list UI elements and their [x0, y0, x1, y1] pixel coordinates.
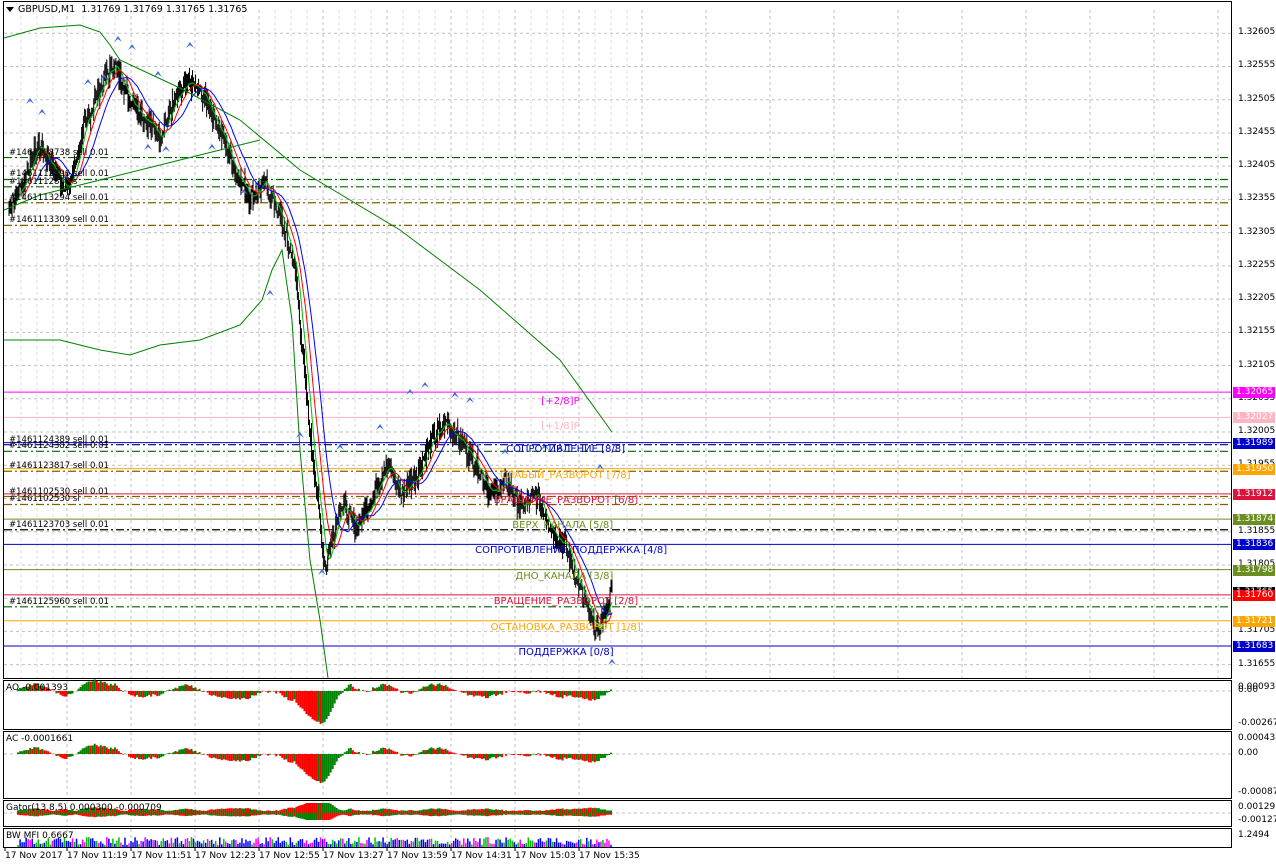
murrey-level-label: СЛАБЫЙ_РАЗВОРОТ [7/8]	[499, 469, 631, 481]
murrey-level-label: ДНО_КАНАЛА [3/8]	[515, 570, 614, 582]
price-tag: 1.31950	[1233, 463, 1275, 475]
price-tick-label: 1.31655	[1238, 658, 1276, 669]
alligator-teeth-line	[23, 69, 613, 624]
fractal-arrow-icon	[266, 290, 274, 296]
murrey-level-label: [+2/8]P	[541, 396, 580, 408]
price-tick-label: 1.32505	[1238, 93, 1276, 104]
order-label: #1461123703 sell 0.01	[9, 519, 109, 530]
chart-title[interactable]: GBPUSD,M1 1.31769 1.31769 1.31765 1.3176…	[6, 4, 247, 15]
time-axis-label: 17 Nov 12:23	[195, 851, 256, 861]
fractal-arrow-icon	[154, 71, 162, 77]
indicator-axis-label: 0.00	[1238, 748, 1259, 758]
indicator-axis-label: 0.00	[1238, 685, 1259, 695]
fractal-arrow-icon	[421, 382, 429, 388]
order-label: #1461108738 sell 0.01	[9, 147, 109, 158]
indicator-axis-label: 0.000438	[1238, 733, 1276, 743]
price-tick-label: 1.32255	[1238, 259, 1276, 270]
price-tick-label: 1.32005	[1238, 426, 1276, 437]
fractal-arrow-icon	[26, 98, 34, 104]
time-axis-label: 17 Nov 12:55	[259, 851, 320, 861]
symbol-label: GBPUSD,M1	[18, 4, 76, 15]
order-label: #1461112817 s	[9, 176, 78, 187]
fractal-arrow-icon	[296, 432, 304, 438]
order-label: #1461125960 sell 0.01	[9, 596, 109, 607]
ohlc-values: 1.31769 1.31769 1.31765 1.31765	[81, 4, 248, 15]
indicator-title: BW MFI 0.6667	[6, 831, 74, 841]
price-tick-label: 1.32205	[1238, 293, 1276, 304]
price-tag: 1.31836	[1233, 539, 1275, 551]
indicator-title: Gator(13,8,5) 0.000300 -0.000709	[6, 803, 162, 813]
price-tick-label: 1.32305	[1238, 226, 1276, 237]
mt4-chart-window[interactable]: GBPUSD,M1 1.31769 1.31769 1.31765 1.3176…	[0, 0, 1276, 868]
indicator-axis-label: -0.000872	[1238, 787, 1276, 797]
time-axis-label: 17 Nov 14:31	[451, 851, 512, 861]
fractal-arrow-icon	[84, 79, 92, 85]
price-tick-label: 1.31705	[1238, 625, 1276, 636]
order-label: #1461113294 sell 0.01	[9, 192, 109, 203]
indicator-axis-label: 0.001297	[1238, 802, 1276, 812]
time-axis-label: 17 Nov 15:35	[579, 851, 640, 861]
time-axis-label: 17 Nov 2017	[5, 851, 63, 861]
time-axis-label: 17 Nov 11:19	[67, 851, 128, 861]
price-tick-label: 1.32455	[1238, 126, 1276, 137]
time-axis-label: 17 Nov 11:51	[131, 851, 192, 861]
fractal-arrow-icon	[38, 109, 46, 115]
murrey-level-label: [+1/8]P	[541, 421, 580, 433]
indicator-axis-label: -0.001275	[1238, 815, 1276, 825]
time-axis-label: 17 Nov 13:27	[323, 851, 384, 861]
price-axis[interactable]: 1.32605 1.32555 1.32505 1.32455 1.32405 1.323…	[1232, 0, 1276, 680]
price-tag: 1.31798	[1233, 564, 1275, 576]
price-tag: 1.31989	[1233, 437, 1275, 449]
price-tag: 1.31683	[1233, 641, 1275, 653]
price-tag: 1.32065	[1233, 387, 1275, 399]
fractal-arrow-icon	[608, 659, 616, 665]
indicator-title: AO -0.001393	[6, 683, 69, 693]
price-tick-label: 1.32355	[1238, 193, 1276, 204]
murrey-level-label: ВРАЩЕНИЕ_РАЗВОРОТ [6/8]	[493, 494, 639, 506]
price-tag: 1.32027	[1233, 412, 1275, 424]
price-tick-label: 1.32405	[1238, 160, 1276, 171]
fractal-arrow-icon	[144, 144, 152, 150]
indicator-title: AC -0.0001661	[6, 734, 74, 744]
price-tag: 1.31760	[1233, 589, 1275, 601]
order-label: #1461102530 sl	[9, 494, 80, 505]
fractal-arrow-icon	[208, 144, 216, 150]
murrey-level-label: ВРАЩЕНИЕ_РАЗВОРОТ [2/8]	[493, 595, 639, 607]
time-axis-label: 17 Nov 15:03	[515, 851, 576, 861]
price-tag: 1.31912	[1233, 488, 1275, 500]
order-label: #1461113309 sell 0.01	[9, 215, 109, 226]
price-tick-label: 1.32605	[1238, 27, 1276, 38]
time-axis-label: 17 Nov 13:59	[387, 851, 448, 861]
price-tag: 1.31874	[1233, 514, 1275, 526]
murrey-level-label: СОПРОТИВЛЕНИЕ [8/8]	[506, 443, 626, 455]
price-tick-label: 1.31855	[1238, 525, 1276, 536]
fractal-arrow-icon	[451, 392, 459, 398]
indicator-axis-label: -0.002679	[1238, 718, 1276, 728]
fractal-arrow-icon	[376, 424, 384, 430]
chart-canvas	[3, 10, 1236, 851]
price-tick-label: 1.32555	[1238, 60, 1276, 71]
order-label: #1461123817 sell 0.01	[9, 461, 109, 472]
fractal-arrow-icon	[128, 44, 136, 50]
indicator-axis-label: 1.2494	[1238, 830, 1270, 840]
murrey-level-label: ПОДДЕРЖКА [0/8]	[518, 647, 614, 659]
price-tick-label: 1.32105	[1238, 359, 1276, 370]
murrey-level-label: ОСТАНОВКА_РАЗВОРОТ [1/8]	[490, 621, 641, 633]
dropdown-triangle-icon[interactable]	[6, 7, 14, 12]
murrey-level-label: СОПРОТИВЛЕНИЕ_ПОДДЕРЖКА [4/8]	[475, 545, 668, 557]
fractal-arrow-icon	[186, 42, 194, 48]
murrey-level-label: ВЕРХ_КАНАЛА [5/8]	[512, 520, 614, 532]
price-tag: 1.31721	[1233, 615, 1275, 627]
order-label: #1461124382 sell 0.01	[9, 441, 109, 452]
price-tick-label: 1.32155	[1238, 326, 1276, 337]
